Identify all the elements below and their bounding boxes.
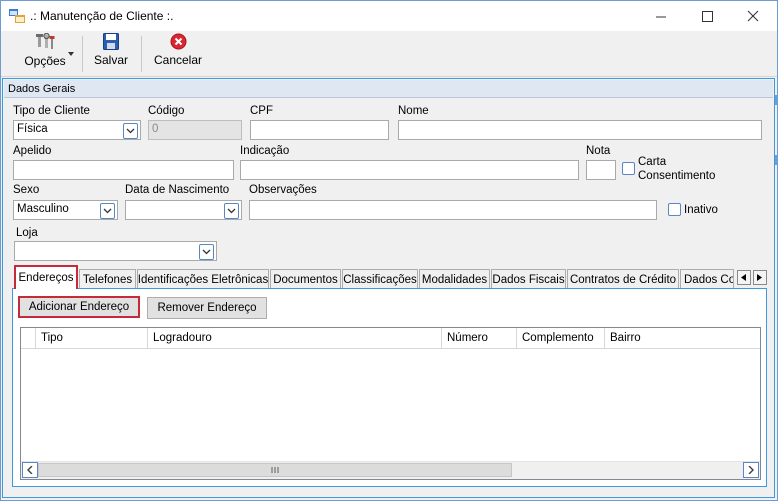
indicacao-field[interactable] [240,160,579,180]
codigo-field: 0 [148,120,242,140]
cancel-button[interactable]: Cancelar [148,33,208,75]
app-window-icon [9,9,25,23]
inativo-checkbox[interactable] [668,203,681,216]
minimize-button[interactable] [638,1,684,31]
scroll-left-button[interactable] [22,462,38,478]
column-header-tipo[interactable]: Tipo [36,328,148,349]
grip-icon [271,467,279,473]
loja-select[interactable] [14,241,217,261]
cpf-field[interactable] [250,120,389,140]
floppy-disk-icon [103,33,119,50]
tipo-cliente-value: Física [17,123,48,135]
tab-scroll-left-button[interactable] [737,270,751,285]
tab-classificacoes[interactable]: Classificações [342,269,418,289]
sexo-value: Masculino [17,203,69,215]
chevron-right-icon [748,466,754,474]
chevron-left-icon [27,466,33,474]
codigo-label: Código [148,105,185,117]
group-header [4,80,773,98]
carta-consentimento-checkbox[interactable] [622,162,635,175]
observacoes-label: Observações [249,184,317,196]
observacoes-field[interactable] [249,200,657,220]
nome-field[interactable] [398,120,762,140]
save-button[interactable]: Salvar [88,33,134,75]
save-label: Salvar [93,53,128,67]
scroll-right-button[interactable] [743,462,759,478]
dropdown-arrow-icon[interactable] [224,203,239,219]
column-header-bairro[interactable]: Bairro [605,328,760,349]
carta-label: Carta [638,156,667,168]
triangle-left-icon [741,274,746,281]
tools-icon [36,33,55,49]
cpf-label: CPF [250,105,273,117]
inativo-label: Inativo [684,204,718,216]
nascimento-label: Data de Nascimento [125,184,230,196]
tab-enderecos[interactable]: Endereços [14,265,78,289]
nota-field[interactable] [586,160,616,180]
indicacao-label: Indicação [240,145,290,157]
dropdown-arrow-icon[interactable] [123,123,138,139]
close-button[interactable] [730,1,776,31]
cancel-circle-icon [170,33,186,50]
sexo-select[interactable]: Masculino [13,200,118,220]
tipo-cliente-label: Tipo de Cliente [13,105,90,117]
tipo-cliente-select[interactable]: Física [13,120,141,140]
column-header-logradouro[interactable]: Logradouro [148,328,442,349]
sexo-label: Sexo [13,184,40,196]
tab-telefones[interactable]: Telefones [79,269,136,289]
scrollbar-thumb[interactable] [38,463,512,477]
maximize-icon [701,10,713,22]
tab-identificacoes-eletronicas[interactable]: Identificações Eletrônicas [137,269,269,289]
tab-contratos-de-credito[interactable]: Contratos de Crédito [567,269,679,289]
close-icon [747,10,759,22]
nome-label: Nome [398,105,429,117]
maximize-button[interactable] [684,1,730,31]
chevron-down-icon [68,52,74,56]
window-title: .: Manutenção de Cliente :. [30,9,174,23]
column-header-numero[interactable]: Número [442,328,517,349]
dropdown-arrow-icon[interactable] [199,244,214,260]
consentimento-label: Consentimento [638,170,716,182]
column-header-complemento[interactable]: Complemento [517,328,605,349]
options-label: Opções [24,54,66,68]
remove-address-button[interactable]: Remover Endereço [147,297,267,319]
apelido-label: Apelido [13,145,52,157]
tab-scroll-right-button[interactable] [753,270,767,285]
minimize-icon [655,16,666,17]
toolbar-separator [141,36,142,72]
cancel-label: Cancelar [153,53,203,67]
apelido-field[interactable] [13,160,234,180]
toolbar-separator [82,36,83,72]
tab-dados-co[interactable]: Dados Co [680,269,734,289]
tab-documentos[interactable]: Documentos [270,269,341,289]
addresses-grid[interactable] [20,327,761,480]
nascimento-field[interactable] [125,200,242,220]
group-title: Dados Gerais [8,83,76,95]
add-address-button[interactable]: Adicionar Endereço [18,296,140,318]
triangle-right-icon [757,274,762,281]
tab-modalidades[interactable]: Modalidades [419,269,490,289]
loja-label: Loja [16,227,38,239]
tab-dados-fiscais[interactable]: Dados Fiscais [491,269,566,289]
nota-label: Nota [586,145,611,157]
grid-row-header [21,328,36,349]
dropdown-arrow-icon[interactable] [100,203,115,219]
